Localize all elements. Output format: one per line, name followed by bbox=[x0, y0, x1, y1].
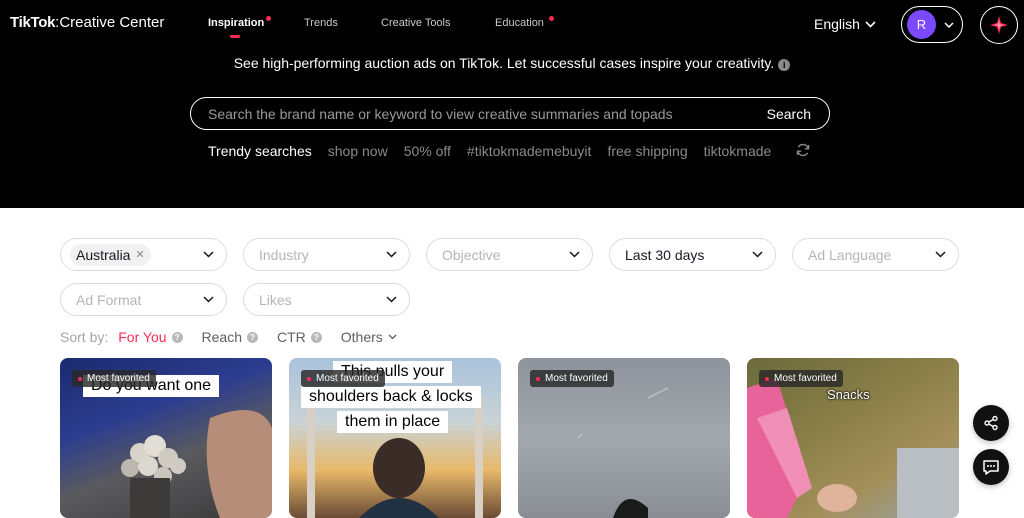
sort-option-label: Others bbox=[340, 329, 383, 345]
chevron-down-icon bbox=[388, 334, 397, 340]
chevron-down-icon bbox=[752, 251, 763, 258]
region-chip: Australia ✕ bbox=[70, 243, 151, 266]
chat-button[interactable] bbox=[973, 449, 1009, 485]
card-badge: Most favorited bbox=[759, 370, 843, 387]
sort-ctr[interactable]: CTR? bbox=[277, 329, 322, 345]
close-icon[interactable]: ✕ bbox=[135, 248, 144, 261]
nav-inspiration-dot bbox=[266, 16, 271, 21]
industry-filter[interactable]: Industry bbox=[243, 238, 410, 271]
ad-language-filter[interactable]: Ad Language bbox=[792, 238, 959, 271]
ad-card[interactable]: Snacks Most favorited bbox=[747, 358, 959, 518]
trendy-searches: Trendy searches shop now 50% off #tiktokmad… bbox=[208, 143, 778, 161]
ad-format-filter-label: Ad Format bbox=[76, 291, 142, 308]
nav-active-underline bbox=[230, 35, 240, 38]
nav-creative-tools[interactable]: Creative Tools bbox=[381, 17, 451, 29]
share-button[interactable] bbox=[973, 405, 1009, 441]
hero-tagline-text: See high-performing auction ads on TikTo… bbox=[233, 55, 775, 71]
ad-card[interactable]: Do you want one Most favorited bbox=[60, 358, 272, 518]
tiktok-creative-center-logo[interactable]: TikTok:Creative Center bbox=[10, 14, 164, 31]
objective-filter[interactable]: Objective bbox=[426, 238, 593, 271]
language-selector[interactable]: English bbox=[814, 16, 876, 32]
card-caption: Snacks bbox=[827, 387, 870, 402]
trendy-term[interactable]: shop now bbox=[328, 143, 388, 159]
nav-education[interactable]: Education bbox=[495, 17, 544, 29]
sort-option-label: For You bbox=[118, 329, 167, 345]
industry-filter-label: Industry bbox=[259, 246, 309, 263]
search-bar: Search bbox=[190, 97, 830, 130]
chat-icon bbox=[983, 460, 999, 475]
refresh-icon[interactable] bbox=[796, 143, 810, 157]
creative-app-button[interactable] bbox=[980, 6, 1018, 44]
share-icon bbox=[984, 415, 998, 431]
sparkle-icon bbox=[990, 16, 1008, 34]
chevron-down-icon bbox=[386, 296, 397, 303]
sort-others[interactable]: Others bbox=[341, 329, 397, 345]
ad-language-filter-label: Ad Language bbox=[808, 246, 892, 263]
help-icon[interactable]: ? bbox=[171, 331, 183, 343]
chevron-down-icon bbox=[935, 251, 946, 258]
language-label: English bbox=[814, 16, 860, 32]
likes-filter[interactable]: Likes bbox=[243, 283, 410, 316]
card-badge: Most favorited bbox=[72, 370, 156, 387]
sort-label: Sort by: bbox=[60, 329, 109, 345]
logo-sub: Creative Center bbox=[59, 14, 165, 31]
chevron-down-icon bbox=[203, 251, 214, 258]
card-caption: them in place bbox=[337, 411, 449, 433]
trendy-term[interactable]: tiktokmade bbox=[704, 143, 772, 159]
account-menu[interactable]: R bbox=[901, 6, 963, 43]
region-filter[interactable]: Australia ✕ bbox=[60, 238, 227, 271]
period-filter-label: Last 30 days bbox=[625, 246, 705, 263]
trendy-term[interactable]: #tiktokmademebuyit bbox=[467, 143, 592, 159]
objective-filter-label: Objective bbox=[442, 246, 501, 263]
nav-inspiration[interactable]: Inspiration bbox=[208, 17, 264, 29]
trendy-term[interactable]: free shipping bbox=[607, 143, 687, 159]
search-button[interactable]: Search bbox=[757, 106, 829, 122]
card-badge: Most favorited bbox=[301, 370, 385, 387]
help-icon[interactable]: ? bbox=[310, 331, 322, 343]
card-badge: Most favorited bbox=[530, 370, 614, 387]
period-filter[interactable]: Last 30 days bbox=[609, 238, 776, 271]
chevron-down-icon bbox=[865, 20, 876, 28]
sort-option-label: Reach bbox=[201, 329, 242, 345]
card-caption: shoulders back & locks bbox=[301, 386, 481, 408]
ad-card[interactable]: This pulls your shoulders back & locks t… bbox=[289, 358, 501, 518]
chevron-down-icon bbox=[944, 21, 954, 28]
likes-filter-label: Likes bbox=[259, 291, 292, 308]
nav-education-dot bbox=[549, 16, 554, 21]
hero-section: TikTok:Creative Center Inspiration Trend… bbox=[0, 0, 1024, 208]
search-input[interactable] bbox=[191, 105, 757, 122]
help-icon[interactable]: ? bbox=[246, 331, 258, 343]
nav-trends[interactable]: Trends bbox=[304, 17, 338, 29]
ad-format-filter[interactable]: Ad Format bbox=[60, 283, 227, 316]
chevron-down-icon bbox=[203, 296, 214, 303]
chevron-down-icon bbox=[386, 251, 397, 258]
chevron-down-icon bbox=[569, 251, 580, 258]
trendy-label: Trendy searches bbox=[208, 143, 312, 159]
logo-brand: TikTok bbox=[10, 14, 56, 31]
sort-option-label: CTR bbox=[276, 329, 306, 345]
sort-reach[interactable]: Reach? bbox=[202, 329, 258, 345]
sort-bar: Sort by: For You? Reach? CTR? Others bbox=[60, 329, 416, 345]
region-chip-label: Australia bbox=[76, 246, 131, 263]
trendy-term[interactable]: 50% off bbox=[404, 143, 451, 159]
info-icon[interactable]: i bbox=[778, 59, 791, 71]
hero-tagline: See high-performing auction ads on TikTo… bbox=[0, 55, 1024, 71]
ad-card[interactable]: Most favorited bbox=[518, 358, 730, 518]
sort-for-you[interactable]: For You? bbox=[118, 329, 183, 345]
avatar: R bbox=[907, 10, 936, 39]
